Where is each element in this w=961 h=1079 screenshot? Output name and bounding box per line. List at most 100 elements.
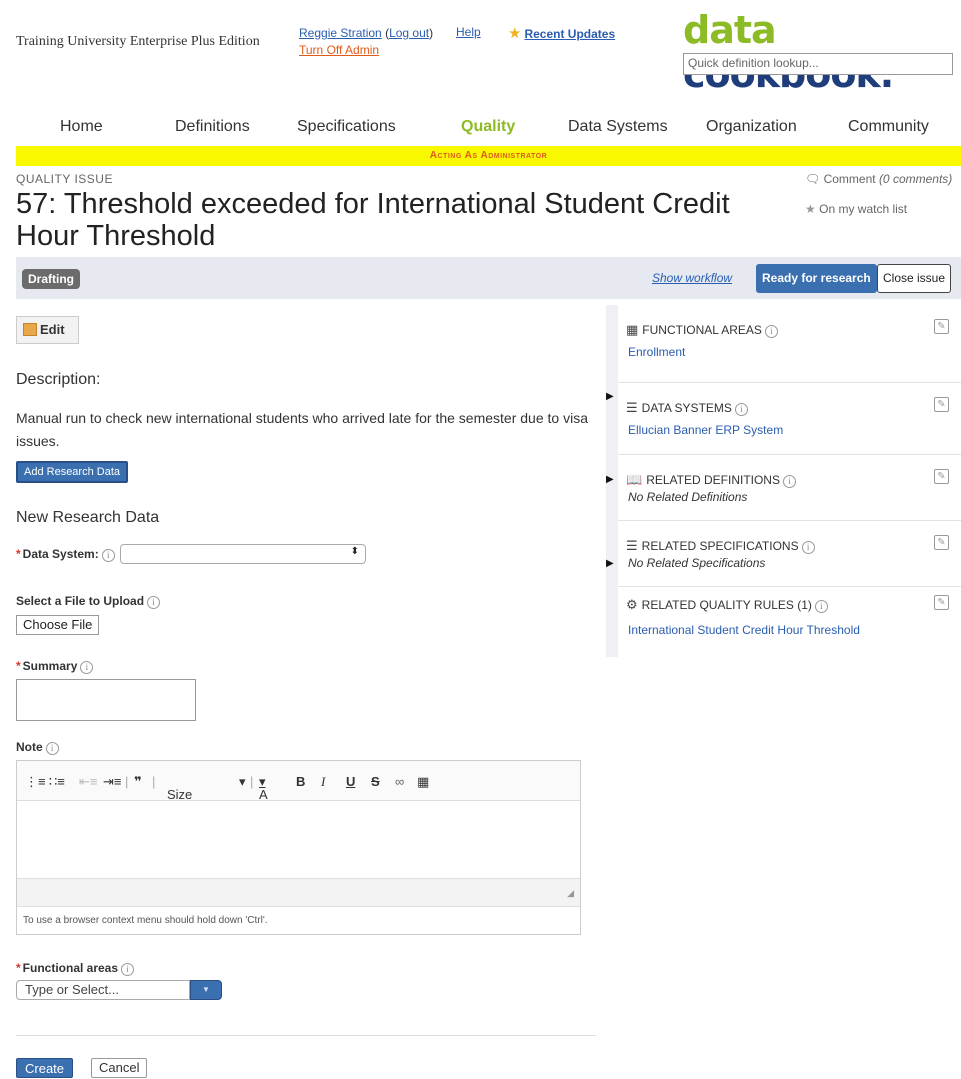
required-icon: * — [16, 961, 21, 975]
watch-label: On my watch list — [819, 202, 908, 216]
required-icon: * — [16, 547, 21, 561]
recent-updates[interactable]: ★ Recent Updates — [508, 24, 615, 42]
edit-pencil-icon[interactable]: ✎ — [934, 469, 949, 484]
summary-textarea[interactable] — [16, 679, 196, 721]
watch-list-link[interactable]: ★ On my watch list — [805, 202, 907, 216]
logo-part1: data — [683, 8, 777, 52]
info-icon[interactable]: i — [121, 963, 135, 976]
collapse-arrow-icon[interactable]: ▶ — [606, 474, 614, 485]
underline-button[interactable]: U — [346, 774, 355, 789]
info-icon[interactable]: i — [814, 600, 828, 613]
section-title: RELATED DEFINITIONS — [646, 473, 780, 487]
strikethrough-button[interactable]: S — [371, 774, 380, 789]
nav-data-systems[interactable]: Data Systems — [568, 118, 668, 136]
comment-label: Comment — [823, 172, 876, 186]
nav-quality[interactable]: Quality — [461, 118, 515, 136]
outdent-icon[interactable]: ⇤≡ — [79, 774, 97, 790]
edit-pencil-icon[interactable]: ✎ — [934, 535, 949, 550]
star-icon: ★ — [508, 25, 522, 42]
add-research-data-button[interactable]: Add Research Data — [16, 461, 128, 483]
comment-count: (0 comments) — [878, 172, 953, 186]
no-definitions-text: No Related Definitions — [628, 490, 748, 504]
data-systems-section: ☰ DATA SYSTEMS i Ellucian Banner ERP Syste… — [618, 383, 961, 455]
related-specifications-section: ☰ RELATED SPECIFICATIONS i No Related Spec… — [618, 521, 961, 587]
nav-specifications[interactable]: Specifications — [297, 118, 396, 136]
collapse-arrow-icon[interactable]: ▶ — [606, 391, 614, 402]
logo[interactable]: data cookbook. — [683, 8, 961, 96]
italic-button[interactable]: I — [321, 774, 325, 790]
quality-rule-link[interactable]: International Student Credit Hour Thresh… — [628, 623, 860, 637]
resize-handle-icon[interactable]: ◢ — [567, 888, 574, 899]
show-workflow-link[interactable]: Show workflow — [652, 271, 732, 285]
info-icon[interactable]: i — [147, 596, 161, 609]
no-specifications-text: No Related Specifications — [628, 556, 766, 570]
editor-hint: To use a browser context menu should hol… — [17, 906, 580, 934]
comment-icon: 🗨 — [805, 172, 821, 186]
cancel-button[interactable]: Cancel — [91, 1058, 148, 1078]
bulleted-list-icon[interactable]: ∷≡ — [49, 774, 65, 790]
numbered-list-icon[interactable]: ⋮≡ — [25, 774, 46, 790]
section-title: FUNCTIONAL AREAS — [642, 323, 762, 337]
recent-updates-link[interactable]: Recent Updates — [524, 27, 615, 41]
user-name-link[interactable]: Reggie Stration — [299, 26, 382, 40]
edit-pencil-icon[interactable]: ✎ — [934, 397, 949, 412]
ready-for-research-button[interactable]: Ready for research — [756, 264, 877, 293]
collapse-arrow-icon[interactable]: ▶ — [606, 558, 614, 569]
related-definitions-section: 📖 RELATED DEFINITIONS i No Related Definit… — [618, 455, 961, 521]
nav-organization[interactable]: Organization — [706, 118, 797, 136]
quick-lookup-input[interactable]: Quick definition lookup... — [683, 53, 953, 75]
bold-button[interactable]: B — [296, 774, 305, 789]
functional-areas-label: * Functional areas i — [16, 961, 135, 976]
data-system-link[interactable]: Ellucian Banner ERP System — [628, 423, 783, 437]
nav-home[interactable]: Home — [60, 118, 103, 136]
status-badge: Drafting — [22, 269, 80, 289]
edit-pencil-icon[interactable]: ✎ — [934, 595, 949, 610]
comment-link[interactable]: 🗨 Comment (0 comments) — [805, 172, 952, 186]
info-icon[interactable]: i — [101, 549, 115, 562]
editor-content-area[interactable] — [17, 801, 580, 878]
close-issue-button[interactable]: Close issue — [877, 264, 952, 293]
info-icon[interactable]: i — [45, 742, 59, 755]
page-title: 57: Threshold exceeded for International… — [16, 188, 730, 252]
chevron-down-icon: ▼ — [202, 985, 210, 994]
edit-pencil-icon[interactable]: ✎ — [934, 319, 949, 334]
description-text: Manual run to check new international st… — [16, 410, 588, 449]
related-quality-rules-section: ⚙ RELATED QUALITY RULES (1) i Internationa… — [618, 587, 961, 657]
link-icon[interactable]: ∞ — [395, 774, 404, 789]
edit-button[interactable]: Edit — [16, 316, 79, 344]
help-link[interactable]: Help — [456, 25, 481, 39]
section-title: RELATED QUALITY RULES (1) — [641, 598, 812, 612]
info-icon[interactable]: i — [80, 661, 94, 674]
font-color-icon[interactable]: A ▾ — [259, 774, 268, 802]
nav-community[interactable]: Community — [848, 118, 929, 136]
nav-definitions[interactable]: Definitions — [175, 118, 250, 136]
info-icon[interactable]: i — [782, 475, 796, 488]
chevron-down-icon[interactable]: ▾ — [239, 774, 246, 790]
new-research-heading: New Research Data — [16, 509, 160, 526]
note-editor[interactable]: ⋮≡ ∷≡ ⇤≡ ⇥≡ | ❞ | Size ▾ | A ▾ B I U S ∞ … — [16, 760, 581, 935]
required-icon: * — [16, 659, 21, 673]
indent-icon[interactable]: ⇥≡ — [103, 774, 121, 790]
choose-file-button[interactable]: Choose File — [16, 615, 100, 635]
section-title: DATA SYSTEMS — [641, 401, 732, 415]
turn-off-admin-link[interactable]: Turn Off Admin — [299, 43, 379, 57]
info-icon[interactable]: i — [734, 403, 748, 416]
create-button[interactable]: Create — [16, 1058, 74, 1078]
editor-status-bar — [17, 878, 580, 906]
functional-area-link[interactable]: Enrollment — [628, 345, 685, 359]
info-icon[interactable]: i — [801, 541, 815, 554]
summary-label: * Summary i — [16, 659, 94, 674]
edit-label: Edit — [40, 322, 65, 337]
table-icon[interactable]: ▦ — [417, 774, 429, 790]
logout-link[interactable]: Log out — [389, 26, 429, 40]
select-arrows-icon: ⬍ — [350, 546, 359, 557]
admin-banner: Acting As Administrator — [16, 146, 961, 166]
data-system-select[interactable]: ⬍ — [120, 544, 366, 564]
info-icon[interactable]: i — [764, 325, 778, 338]
data-system-icon: ☰ — [626, 400, 638, 415]
functional-areas-dropdown-button[interactable]: ▼ — [190, 980, 222, 1000]
functional-areas-input[interactable]: Type or Select... — [16, 980, 190, 1000]
gear-icon: ⚙ — [626, 597, 638, 612]
user-links: Reggie Stration (Log out) — [299, 26, 434, 40]
blockquote-icon[interactable]: ❞ — [134, 774, 142, 790]
